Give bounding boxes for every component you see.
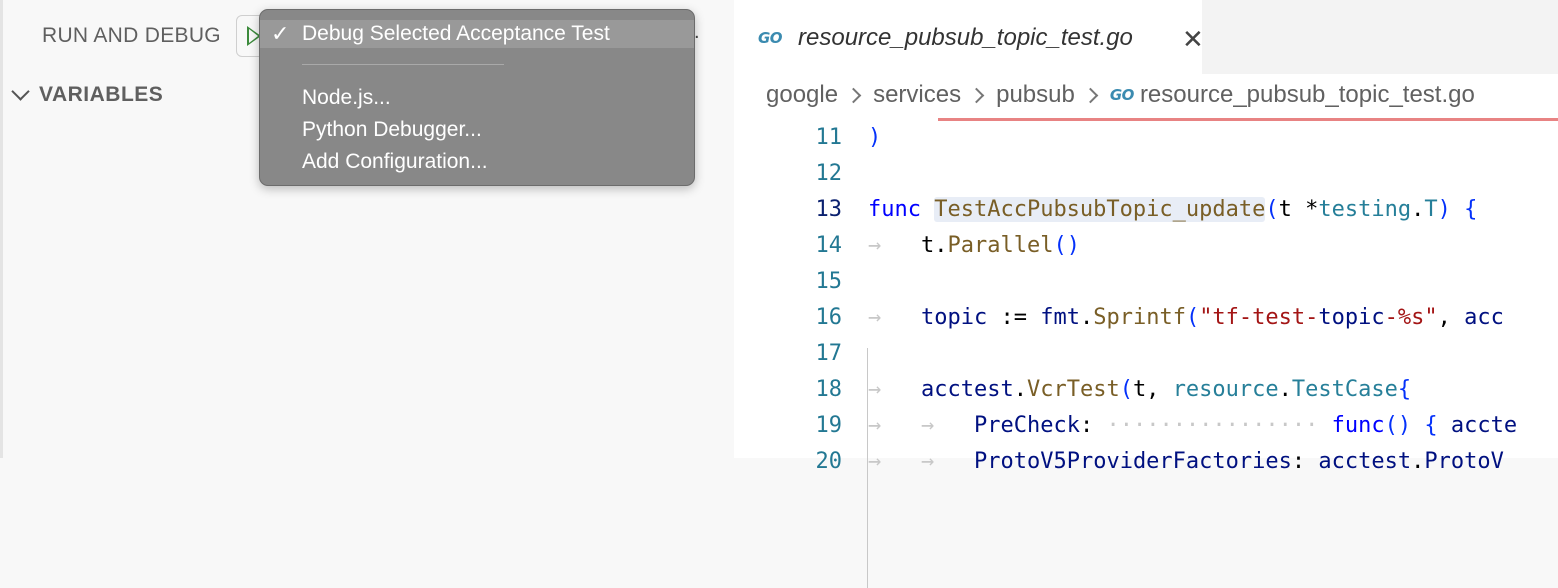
code-text: → → ProtoV5ProviderFactories: acctest.Pr… [868,449,1504,474]
line-number: 13 [815,197,843,222]
code-line[interactable]: 16 → topic := fmt.Sprintf("tf-test-topic-… [734,300,1558,336]
go-file-icon: GO [758,29,783,47]
line-number: 11 [815,125,843,150]
editor: GO resource_pubsub_topic_test.go ✕ googl… [734,0,1558,588]
line-number: 17 [815,341,843,366]
code-line[interactable]: 19 → → PreCheck: ················ func() … [734,408,1558,444]
code-line[interactable]: 13 func TestAccPubsubTopic_update(t *test… [734,192,1558,228]
menu-item-label: Debug Selected Acceptance Test [302,22,610,45]
line-number: 12 [815,161,843,186]
menu-item-nodejs[interactable]: Node.js... [302,86,391,110]
checkmark-icon: ✓ [271,21,290,46]
panel-border [0,0,3,458]
code-line[interactable]: 20 → → ProtoV5ProviderFactories: acctest.… [734,444,1558,480]
chevron-right-icon [845,87,862,103]
go-file-icon: GO [1109,86,1135,104]
variables-section-header[interactable]: VARIABLES [10,80,163,110]
code-line[interactable]: 17 [734,336,1558,372]
chevron-down-icon [11,81,30,101]
debug-configuration-menu: ✓ Debug Selected Acceptance Test Node.js… [259,9,695,186]
code-text: → t.Parallel() [868,233,1080,258]
code-line[interactable]: 11) [734,120,1558,156]
code-text: → acctest.VcrTest(t, resource.TestCase{ [868,377,1412,402]
code-text: ) [868,125,882,150]
line-number: 14 [815,233,843,258]
menu-item-add-configuration[interactable]: Add Configuration... [302,150,488,174]
breadcrumb: google services pubsub GO resource_pubsu… [766,80,1475,110]
code-text: func TestAccPubsubTopic_update(t *testin… [868,197,1478,222]
code-line[interactable]: 14 → t.Parallel() [734,228,1558,264]
variables-label: VARIABLES [39,83,164,106]
chevron-right-icon [1082,87,1099,103]
line-number: 16 [815,305,843,330]
code-line[interactable]: 18 → acctest.VcrTest(t, resource.TestCase… [734,372,1558,408]
menu-separator [302,64,504,65]
close-icon[interactable]: ✕ [1182,24,1204,55]
code-text: → → PreCheck: ················ func() { … [868,413,1518,438]
breadcrumb-item[interactable]: pubsub [996,81,1075,109]
editor-tab[interactable]: GO resource_pubsub_topic_test.go ✕ [734,0,1204,74]
line-number: 18 [815,377,843,402]
run-and-debug-title: RUN AND DEBUG [42,24,221,47]
line-number: 19 [815,413,843,438]
code-line[interactable]: 15 [734,264,1558,300]
breadcrumb-item[interactable]: google [766,81,838,109]
editor-tab-bar: GO resource_pubsub_topic_test.go ✕ [734,0,1558,74]
menu-item-debug-selected-acceptance-test[interactable]: ✓ Debug Selected Acceptance Test [260,20,694,48]
line-number: 20 [815,449,843,474]
menu-item-python-debugger[interactable]: Python Debugger... [302,118,482,142]
breadcrumb-item[interactable]: services [873,81,961,109]
code-text: → topic := fmt.Sprintf("tf-test-topic-%s… [868,305,1504,330]
breadcrumb-item[interactable]: resource_pubsub_topic_test.go [1140,81,1475,109]
line-number: 15 [815,269,843,294]
code-line[interactable]: 12 [734,156,1558,192]
chevron-right-icon [968,87,985,103]
tab-filename: resource_pubsub_topic_test.go [798,24,1133,51]
